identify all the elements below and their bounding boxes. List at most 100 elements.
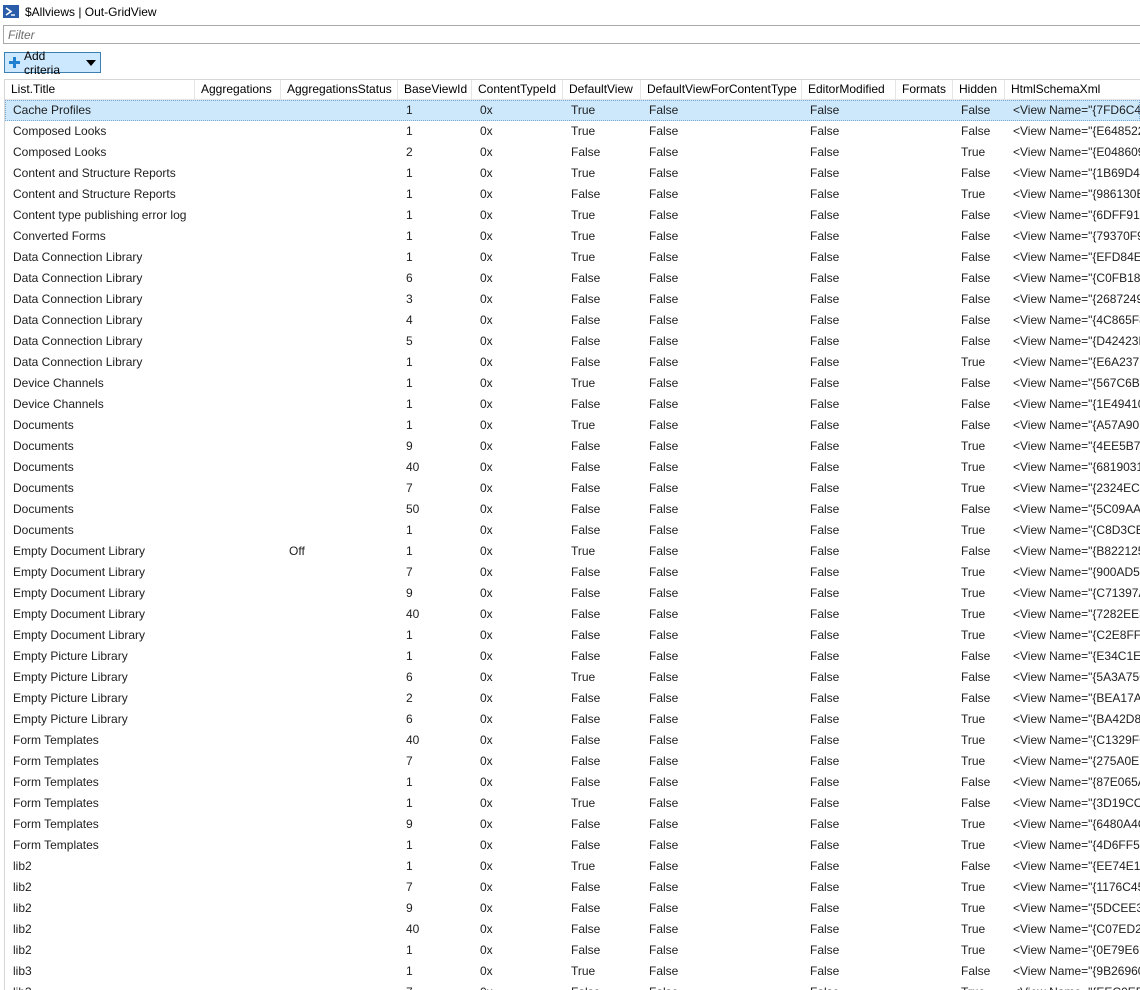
column-header-formats[interactable]: Formats bbox=[896, 80, 953, 100]
table-row[interactable]: Device Channels 1 0x False False False False <V… bbox=[5, 394, 1140, 415]
table-row[interactable]: Data Connection Library 6 0x False False Fals… bbox=[5, 268, 1140, 289]
column-header-hidden[interactable]: Hidden bbox=[953, 80, 1005, 100]
table-cell: Documents bbox=[13, 439, 74, 453]
table-row[interactable]: Documents 50 0x False False False False <View N… bbox=[5, 499, 1140, 520]
data-grid[interactable]: List.Title Aggregations AggregationsStat… bbox=[4, 79, 1140, 990]
table-row[interactable]: lib2 7 0x False False False True <View Name="{1… bbox=[5, 877, 1140, 898]
column-header-aggregations-status[interactable]: AggregationsStatus bbox=[281, 80, 398, 100]
table-row[interactable]: lib2 40 0x False False False True <View Name="{… bbox=[5, 919, 1140, 940]
table-cell bbox=[896, 877, 953, 898]
table-row[interactable]: Empty Document Library Off 1 0x True False Fal… bbox=[5, 541, 1140, 562]
column-header-aggregations[interactable]: Aggregations bbox=[195, 80, 281, 100]
table-row[interactable]: Empty Picture Library 1 0x False False False F… bbox=[5, 646, 1140, 667]
table-cell: True bbox=[571, 376, 596, 390]
table-row[interactable]: Content type publishing error log 1 0x True… bbox=[5, 205, 1140, 226]
table-cell: False bbox=[810, 418, 840, 432]
table-row[interactable]: Empty Document Library 9 0x False False False… bbox=[5, 583, 1140, 604]
table-cell: Form Templates bbox=[13, 754, 99, 768]
table-cell: Empty Document Library bbox=[13, 607, 146, 621]
add-criteria-button[interactable]: Add criteria bbox=[4, 49, 101, 77]
table-cell bbox=[281, 121, 398, 142]
table-cell bbox=[281, 373, 398, 394]
table-cell: 0x bbox=[480, 145, 493, 159]
table-cell bbox=[896, 289, 953, 310]
filter-input[interactable] bbox=[3, 25, 1140, 44]
table-row[interactable]: Content and Structure Reports 1 0x False Fal… bbox=[5, 184, 1140, 205]
table-row[interactable]: Empty Picture Library 2 0x False False False F… bbox=[5, 688, 1140, 709]
table-row[interactable]: lib2 1 0x True False False False <View Name="{E… bbox=[5, 856, 1140, 877]
table-cell bbox=[896, 520, 953, 541]
table-row[interactable]: Form Templates 1 0x False False False True <Vie… bbox=[5, 835, 1140, 856]
table-cell: 0x bbox=[480, 922, 493, 936]
table-cell: Empty Document Library bbox=[13, 544, 146, 558]
column-header-html-schema-xml[interactable]: HtmlSchemaXml bbox=[1005, 80, 1140, 100]
table-cell: False bbox=[571, 880, 601, 894]
table-row[interactable]: Empty Picture Library 6 0x True False False Fa… bbox=[5, 667, 1140, 688]
table-cell bbox=[195, 289, 281, 310]
column-header-list-title[interactable]: List.Title bbox=[5, 80, 195, 100]
table-row[interactable]: Content and Structure Reports 1 0x True Fals… bbox=[5, 163, 1140, 184]
table-row[interactable]: Form Templates 40 0x False False False True <Vi… bbox=[5, 730, 1140, 751]
table-row[interactable]: Form Templates 9 0x False False False True <Vie… bbox=[5, 814, 1140, 835]
table-cell: Form Templates bbox=[13, 796, 99, 810]
table-cell bbox=[896, 625, 953, 646]
table-cell bbox=[195, 583, 281, 604]
table-cell: Off bbox=[289, 544, 305, 558]
table-row[interactable]: Empty Document Library 7 0x False False False… bbox=[5, 562, 1140, 583]
table-row[interactable]: Converted Forms 1 0x True False False False <Vi… bbox=[5, 226, 1140, 247]
table-cell: <View Name="{E34C1E2 bbox=[1013, 649, 1140, 663]
table-cell: 40 bbox=[406, 607, 420, 621]
column-header-default-view-for-content-type[interactable]: DefaultViewForContentType bbox=[641, 80, 802, 100]
table-row[interactable]: Documents 1 0x False False False True <View Nam… bbox=[5, 520, 1140, 541]
table-cell: 0x bbox=[480, 481, 493, 495]
table-cell: False bbox=[571, 775, 601, 789]
table-cell: False bbox=[649, 355, 679, 369]
table-row[interactable]: lib3 1 0x True False False False <View Name="{9… bbox=[5, 961, 1140, 982]
table-row[interactable]: Data Connection Library 4 0x False False Fals… bbox=[5, 310, 1140, 331]
table-row[interactable]: Form Templates 1 0x True False False False <Vie… bbox=[5, 793, 1140, 814]
table-cell: Form Templates bbox=[13, 817, 99, 831]
table-row[interactable]: Data Connection Library 1 0x True False False… bbox=[5, 247, 1140, 268]
table-row[interactable]: Data Connection Library 3 0x False False Fals… bbox=[5, 289, 1140, 310]
table-row[interactable]: Empty Picture Library 6 0x False False False T… bbox=[5, 709, 1140, 730]
table-cell: False bbox=[649, 691, 679, 705]
table-cell: False bbox=[649, 628, 679, 642]
table-row[interactable]: lib370xFalseFalseFalseTrue<View Name="{E… bbox=[5, 982, 1140, 990]
table-row[interactable]: lib2 9 0x False False False True <View Name="{5… bbox=[5, 898, 1140, 919]
table-row[interactable]: Documents 1 0x True False False False <View Nam… bbox=[5, 415, 1140, 436]
table-row[interactable]: Documents 9 0x False False False True <View Nam… bbox=[5, 436, 1140, 457]
table-cell: False bbox=[961, 250, 991, 264]
table-row[interactable]: Composed Looks 2 0x False False False True <Vie… bbox=[5, 142, 1140, 163]
column-header-content-type-id[interactable]: ContentTypeId bbox=[472, 80, 563, 100]
table-cell: 0x bbox=[480, 607, 493, 621]
table-cell: True bbox=[961, 586, 986, 600]
table-cell bbox=[195, 520, 281, 541]
table-row[interactable]: lib2 1 0x False False False True <View Name="{0… bbox=[5, 940, 1140, 961]
table-row[interactable]: Data Connection Library 5 0x False False Fals… bbox=[5, 331, 1140, 352]
table-cell: 7 bbox=[398, 982, 472, 990]
table-cell: False bbox=[961, 649, 991, 663]
table-cell: 50 bbox=[406, 502, 420, 516]
table-row[interactable]: Empty Document Library 1 0x False False False… bbox=[5, 625, 1140, 646]
table-cell bbox=[195, 541, 281, 562]
table-row[interactable]: Form Templates 1 0x False False False False <Vi… bbox=[5, 772, 1140, 793]
table-row[interactable]: Data Connection Library 1 0x False False Fals… bbox=[5, 352, 1140, 373]
table-row[interactable]: Device Channels 1 0x True False False False <Vi… bbox=[5, 373, 1140, 394]
table-cell: False bbox=[571, 145, 601, 159]
column-header-default-view[interactable]: DefaultView bbox=[563, 80, 641, 100]
table-row[interactable]: Composed Looks 1 0x True False False False <Vie… bbox=[5, 121, 1140, 142]
table-cell: False bbox=[571, 817, 601, 831]
table-cell: lib2 bbox=[13, 922, 32, 936]
column-header-base-view-id[interactable]: BaseViewId bbox=[398, 80, 472, 100]
table-row[interactable]: Empty Document Library 40 0x False False Fals… bbox=[5, 604, 1140, 625]
table-cell: False bbox=[961, 292, 991, 306]
table-row[interactable]: Documents 40 0x False False False True <View Na… bbox=[5, 457, 1140, 478]
table-row[interactable]: Cache Profiles 1 0x True False False False <Vie… bbox=[5, 100, 1140, 121]
table-cell: <View Name="{7FD6C4I bbox=[1013, 103, 1140, 117]
table-cell bbox=[195, 814, 281, 835]
table-row[interactable]: Form Templates 7 0x False False False True <Vie… bbox=[5, 751, 1140, 772]
table-cell: 0x bbox=[480, 901, 493, 915]
table-cell bbox=[896, 772, 953, 793]
column-header-editor-modified[interactable]: EditorModified bbox=[802, 80, 896, 100]
table-row[interactable]: Documents 7 0x False False False True <View Nam… bbox=[5, 478, 1140, 499]
